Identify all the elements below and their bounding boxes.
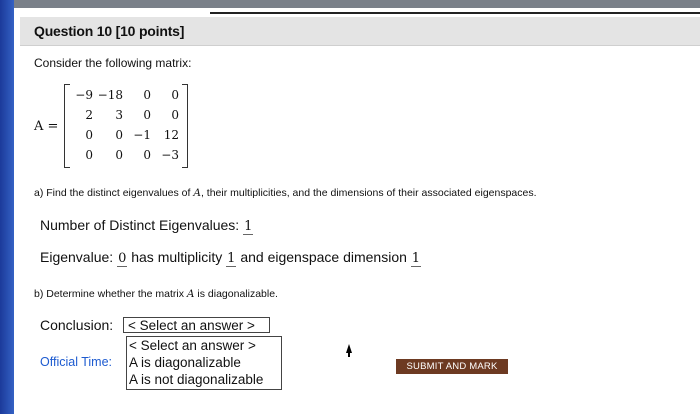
matrix-cell: 0 xyxy=(143,148,151,162)
matrix-A: −9 −18 0 0 2 3 0 0 0 0 −1 12 0 0 0 −3 xyxy=(64,84,188,168)
matrix-cell: −1 xyxy=(133,128,151,142)
matrix-cell: 0 xyxy=(85,148,93,162)
question-title: Question 10 [10 points] xyxy=(34,23,185,39)
mouse-cursor-stem xyxy=(348,352,350,357)
matrix-cell: 12 xyxy=(163,128,179,142)
dropdown-option-diagonalizable[interactable]: A is diagonalizable xyxy=(127,354,281,371)
dropdown-option-placeholder[interactable]: < Select an answer > xyxy=(127,337,281,354)
matrix-cell: −18 xyxy=(97,88,123,102)
matrix-cell: 0 xyxy=(171,88,179,102)
conclusion-label: Conclusion: xyxy=(40,317,114,333)
matrix-cell: 0 xyxy=(143,108,151,122)
matrix-cell: 0 xyxy=(115,148,123,162)
part-b-var: A xyxy=(186,288,195,300)
official-time-link[interactable]: Official Time: xyxy=(40,355,112,369)
part-b-instructions: b) Determine whether the matrix A is dia… xyxy=(34,288,694,300)
submit-and-mark-button[interactable]: SUBMIT AND MARK xyxy=(396,359,508,374)
eigenvalue-label: Eigenvalue: xyxy=(40,249,114,265)
part-a-var: A xyxy=(193,187,201,199)
matrix-cell: −3 xyxy=(161,148,179,162)
distinct-eigenvalues-input[interactable]: 1 xyxy=(243,219,254,235)
eigenspace-dimension-label: and eigenspace dimension xyxy=(240,249,407,265)
conclusion-select[interactable]: < Select an answer > xyxy=(123,317,270,333)
eigenspace-dimension-input[interactable]: 1 xyxy=(410,251,422,267)
multiplicity-label: has multiplicity xyxy=(131,249,223,265)
matrix-cell: 0 xyxy=(171,108,179,122)
matrix-label: A = xyxy=(34,119,59,134)
part-a-instructions: a) Find the distinct eigenvalues of A, t… xyxy=(34,187,694,199)
matrix-cell: 0 xyxy=(85,128,93,142)
left-border xyxy=(0,0,14,414)
distinct-eigenvalues-row: Number of Distinct Eigenvalues: 1 xyxy=(40,217,254,235)
multiplicity-input[interactable]: 1 xyxy=(226,251,237,267)
distinct-eigenvalues-label: Number of Distinct Eigenvalues: xyxy=(40,217,240,233)
matrix-cell: 3 xyxy=(115,108,123,122)
header-rule xyxy=(210,12,700,14)
part-a-text: a) Find the distinct eigenvalues of xyxy=(34,187,194,199)
eigenvalue-input[interactable]: 0 xyxy=(117,251,128,267)
matrix-cell: 2 xyxy=(85,108,93,122)
question-prompt: Consider the following matrix: xyxy=(34,56,192,70)
part-a-text-rest: , their multiplicities, and the dimensio… xyxy=(200,187,537,199)
part-b-text-rest: is diagonalizable. xyxy=(194,288,278,300)
dropdown-option-not-diagonalizable[interactable]: A is not diagonalizable xyxy=(127,371,281,388)
conclusion-dropdown-list: < Select an answer > A is diagonalizable… xyxy=(126,336,282,390)
matrix-cell: −9 xyxy=(75,88,93,102)
eigenvalue-row: Eigenvalue: 0 has multiplicity 1 and eig… xyxy=(40,249,422,267)
matrix-cell: 0 xyxy=(115,128,123,142)
matrix-cell: 0 xyxy=(143,88,151,102)
part-b-text: b) Determine whether the matrix xyxy=(34,288,187,300)
